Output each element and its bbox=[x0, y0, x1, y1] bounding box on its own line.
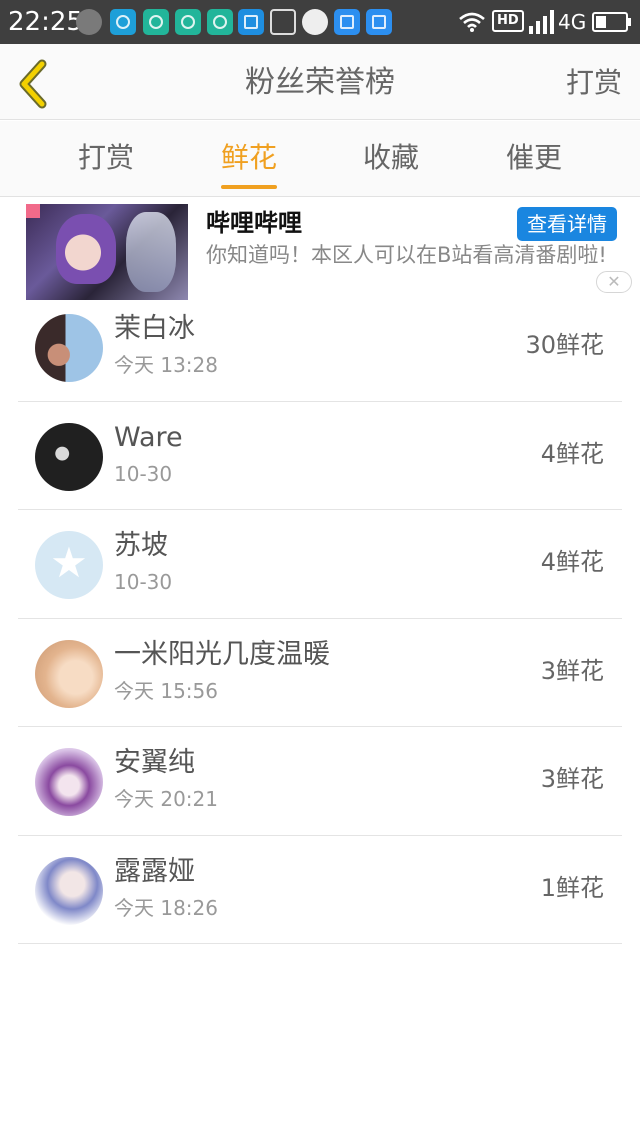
fan-amount: 1鲜花 bbox=[540, 873, 604, 902]
list-item[interactable]: 一米阳光几度温暖 今天 15:56 3鲜花 bbox=[18, 619, 622, 727]
list-item[interactable]: 安翼纯 今天 20:21 3鲜花 bbox=[18, 727, 622, 836]
fan-name: 露露娅 bbox=[114, 855, 195, 887]
status-bar: 22:25 HD 4G bbox=[0, 0, 640, 44]
ad-image[interactable] bbox=[26, 204, 188, 300]
avatar bbox=[35, 856, 103, 925]
calendar-icon bbox=[334, 9, 360, 35]
tab-bar: 打赏 鲜花 收藏 催更 bbox=[0, 121, 640, 197]
list-item[interactable]: Ware 10-30 4鲜花 bbox=[18, 402, 622, 510]
signal-icon bbox=[529, 10, 554, 34]
page-title: 粉丝荣誉榜 bbox=[245, 65, 395, 100]
network-label: 4G bbox=[558, 10, 587, 34]
tab-urge[interactable]: 催更 bbox=[474, 139, 594, 177]
fan-amount: 4鲜花 bbox=[540, 439, 604, 468]
tab-reward[interactable]: 打赏 bbox=[46, 139, 166, 177]
fan-time: 10-30 bbox=[114, 570, 173, 594]
fan-list: 茉白冰 今天 13:28 30鲜花 Ware 10-30 4鲜花 ★ 苏坡 10… bbox=[18, 293, 622, 944]
brush-icon bbox=[270, 9, 296, 35]
list-item[interactable]: 茉白冰 今天 13:28 30鲜花 bbox=[18, 293, 622, 402]
fan-amount: 3鲜花 bbox=[540, 656, 604, 685]
fan-time: 10-30 bbox=[114, 461, 173, 486]
fly-icon bbox=[302, 9, 328, 35]
battery-icon bbox=[592, 12, 631, 32]
circle-app-icon bbox=[143, 9, 169, 35]
avatar bbox=[35, 314, 103, 382]
ad-logo-icon bbox=[26, 204, 40, 218]
chat-icon bbox=[110, 9, 136, 35]
scan-icon bbox=[238, 9, 264, 35]
reward-button[interactable]: 打赏 bbox=[566, 64, 622, 102]
status-time: 22:25 bbox=[8, 7, 83, 37]
ad-detail-button[interactable]: 查看详情 bbox=[517, 207, 617, 241]
fan-amount: 3鲜花 bbox=[540, 765, 604, 793]
fan-amount: 4鲜花 bbox=[540, 548, 604, 576]
ad-title: 哔哩哔哩 bbox=[206, 209, 302, 237]
circle-app-icon bbox=[175, 9, 201, 35]
avatar bbox=[35, 748, 103, 816]
list-item[interactable]: ★ 苏坡 10-30 4鲜花 bbox=[18, 510, 622, 619]
hd-badge: HD bbox=[492, 10, 524, 32]
avatar bbox=[35, 639, 103, 708]
fan-name: 茉白冰 bbox=[114, 313, 195, 344]
active-tab-indicator bbox=[221, 185, 277, 189]
close-icon[interactable]: ✕ bbox=[596, 271, 632, 293]
fan-time: 今天 13:28 bbox=[114, 353, 218, 377]
header: 粉丝荣誉榜 打赏 bbox=[0, 44, 640, 120]
circle-app-icon bbox=[207, 9, 233, 35]
fan-name: 苏坡 bbox=[114, 530, 168, 561]
star-icon: ★ bbox=[50, 538, 88, 587]
tab-collect[interactable]: 收藏 bbox=[331, 139, 451, 177]
tab-flowers[interactable]: 鲜花 bbox=[189, 139, 309, 177]
fan-time: 今天 18:26 bbox=[114, 895, 218, 920]
avatar: ★ bbox=[35, 531, 103, 599]
list-item[interactable]: 露露娅 今天 18:26 1鲜花 bbox=[18, 836, 622, 944]
fan-name: 一米阳光几度温暖 bbox=[114, 638, 330, 670]
ad-description: 你知道吗！本区人可以在B站看高清番剧啦! bbox=[206, 243, 607, 267]
fan-name: Ware bbox=[114, 421, 183, 453]
fan-name: 安翼纯 bbox=[114, 747, 195, 778]
calendar-icon bbox=[366, 9, 392, 35]
fan-time: 今天 20:21 bbox=[114, 787, 218, 811]
cat-icon bbox=[76, 9, 102, 35]
wifi-icon bbox=[459, 12, 485, 32]
avatar bbox=[35, 422, 103, 491]
fan-amount: 30鲜花 bbox=[525, 331, 604, 359]
fan-time: 今天 15:56 bbox=[114, 678, 218, 703]
